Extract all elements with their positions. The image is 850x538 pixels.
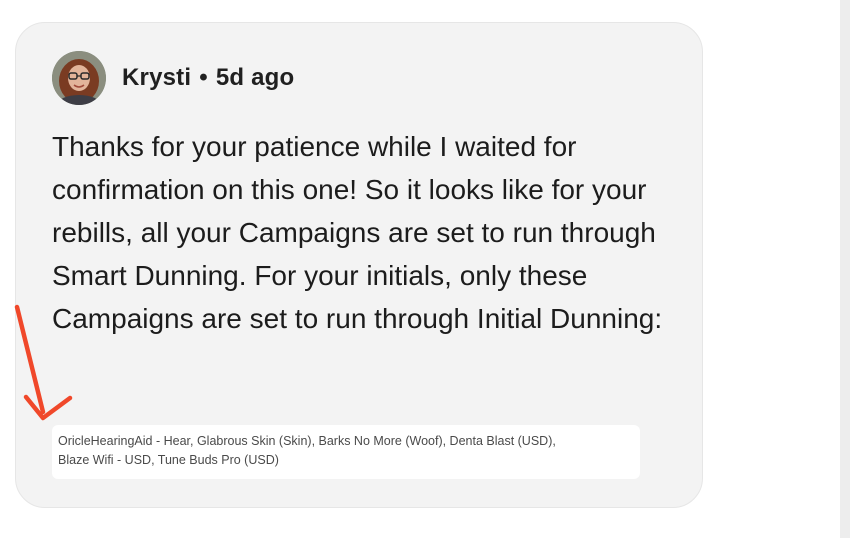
comment-card: Krysti • 5d ago Thanks for your patience w… — [15, 22, 703, 508]
comment-body: Thanks for your patience while I waited … — [52, 125, 688, 340]
author-line: Krysti • 5d ago — [122, 64, 294, 92]
scroll-gutter — [840, 0, 850, 538]
comment-text: Thanks for your patience while I waited … — [52, 131, 663, 334]
meta-separator: • — [199, 64, 208, 91]
avatar-photo — [52, 51, 106, 105]
author-name[interactable]: Krysti — [122, 64, 191, 91]
avatar[interactable] — [52, 51, 106, 105]
timestamp[interactable]: 5d ago — [216, 64, 295, 91]
page: Krysti • 5d ago Thanks for your patience w… — [0, 0, 850, 538]
screenshot-text-line-1: OricleHearingAid - Hear, Glabrous Skin (… — [58, 434, 556, 448]
comment-header: Krysti • 5d ago — [52, 51, 294, 105]
embedded-screenshot[interactable]: OricleHearingAid - Hear, Glabrous Skin (… — [52, 425, 640, 479]
screenshot-text-line-2: Blaze Wifi - USD, Tune Buds Pro (USD) — [58, 453, 279, 467]
